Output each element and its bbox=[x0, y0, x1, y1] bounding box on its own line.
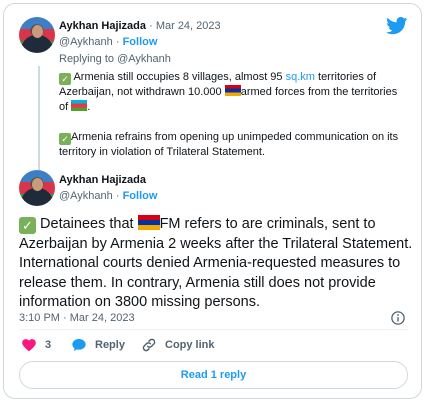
azerbaijan-flag-icon bbox=[71, 100, 88, 111]
tweet-timestamp[interactable]: 3:10 PM · Mar 24, 2023 bbox=[19, 312, 135, 324]
main-tweet-text: ✓ Detainees that FM refers to are crimin… bbox=[19, 215, 413, 310]
replying-prefix: Replying to bbox=[59, 53, 115, 65]
link-icon bbox=[142, 338, 156, 352]
check-mark-icon: ✓ bbox=[59, 73, 71, 85]
author-avatar[interactable] bbox=[19, 170, 55, 206]
speech-bubble-icon bbox=[72, 339, 86, 351]
parent-header: Aykhan Hajizada · Mar 24, 2023 bbox=[59, 20, 221, 32]
thread-connector-line bbox=[38, 66, 40, 170]
main-header: Aykhan Hajizada bbox=[59, 174, 146, 186]
twitter-bird-icon[interactable] bbox=[386, 17, 408, 35]
info-icon[interactable] bbox=[391, 311, 405, 325]
divider bbox=[19, 329, 408, 330]
reply-label: Reply bbox=[95, 339, 125, 351]
parent-tweet-text: ✓ Armenia still occupies 8 villages, alm… bbox=[59, 71, 399, 158]
check-mark-icon: ✓ bbox=[19, 217, 36, 234]
follow-button[interactable]: Follow bbox=[123, 190, 158, 202]
hashtag-link[interactable]: sq.km bbox=[286, 71, 315, 83]
replying-handle[interactable]: @Aykhanh bbox=[117, 53, 171, 65]
armenia-flag-icon bbox=[224, 85, 241, 96]
heart-icon bbox=[22, 339, 36, 352]
author-avatar[interactable] bbox=[19, 17, 55, 53]
check-mark-icon: ✓ bbox=[59, 133, 71, 145]
like-button[interactable]: 3 bbox=[21, 337, 51, 353]
main-handle-row: @Aykhanh · Follow bbox=[59, 190, 157, 202]
like-count: 3 bbox=[45, 339, 52, 351]
replying-to: Replying to @Aykhanh bbox=[59, 53, 171, 65]
parent-handle-row: @Aykhanh · Follow bbox=[59, 36, 157, 48]
separator-dot: · bbox=[115, 190, 120, 202]
read-replies-button[interactable]: Read 1 reply bbox=[19, 361, 408, 389]
armenia-flag-icon bbox=[137, 215, 160, 230]
reply-button[interactable]: Reply bbox=[71, 337, 125, 353]
separator-dot: · bbox=[149, 20, 153, 32]
tweet-date[interactable]: Mar 24, 2023 bbox=[156, 20, 221, 32]
separator-dot: · bbox=[115, 36, 120, 48]
tweet-embed-card: Aykhan Hajizada · Mar 24, 2023 @Aykhanh … bbox=[3, 3, 422, 399]
author-handle[interactable]: @Aykhanh bbox=[59, 36, 113, 48]
copy-link-button[interactable]: Copy link bbox=[141, 337, 215, 353]
author-name[interactable]: Aykhan Hajizada bbox=[59, 174, 146, 186]
author-handle[interactable]: @Aykhanh bbox=[59, 190, 113, 202]
author-name[interactable]: Aykhan Hajizada bbox=[59, 20, 146, 32]
follow-button[interactable]: Follow bbox=[123, 36, 158, 48]
copy-link-label: Copy link bbox=[165, 339, 215, 351]
